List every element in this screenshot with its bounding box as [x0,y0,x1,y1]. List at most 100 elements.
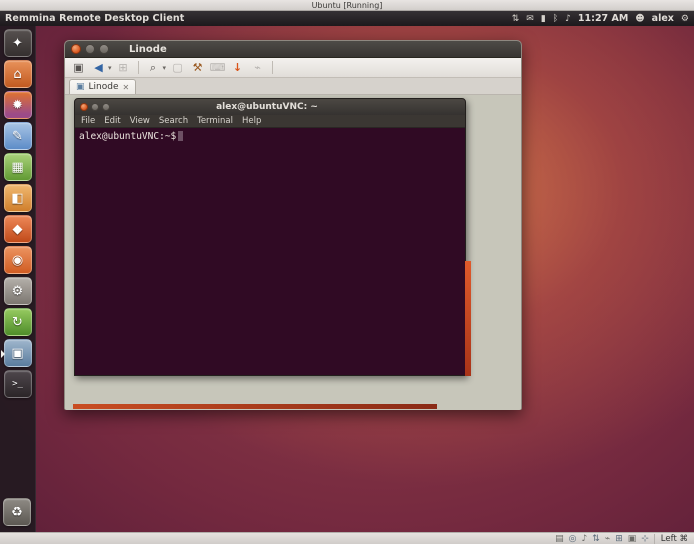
launcher-item-terminal[interactable]: >_ [4,370,32,398]
user-icon: ☻ [635,14,644,24]
tab-linode[interactable]: ▣ Linode ✕ [69,79,136,94]
launcher-item-libreoffice-impress[interactable]: ◧ [4,184,32,212]
preferences-tool[interactable]: ⚒ [189,60,206,76]
harddisk-icon[interactable]: ▤ [555,534,564,544]
virtualbox-window: Ubuntu [Running] Remmina Remote Desktop … [0,0,694,544]
window-controls [65,44,115,54]
host-key-indicator: Left ⌘ [654,534,688,544]
close-button[interactable] [71,44,81,54]
launcher-item-system-settings[interactable]: ⚙ [4,277,32,305]
vbox-titlebar[interactable]: Ubuntu [Running] [0,0,694,11]
launcher-item-libreoffice-writer[interactable]: ✎ [4,122,32,150]
launcher-item-home-folder[interactable]: ⌂ [4,60,32,88]
indicator-tray: ⇅ ✉ ▮ ᛒ ♪ 11:27 AM ☻ alex ⚙ [512,13,694,24]
tab-close-icon[interactable]: ✕ [123,83,130,92]
terminal-window-controls [75,103,115,111]
user-menu[interactable]: alex [652,13,674,24]
terminal-icon: >_ [12,379,23,389]
cdrom-icon[interactable]: ◎ [569,534,577,544]
volume-indicator-icon[interactable]: ♪ [565,14,571,24]
shared-folders-icon[interactable]: ⊞ [615,534,623,544]
network-indicator-icon[interactable]: ⇅ [512,14,520,24]
menu-file[interactable]: File [81,116,95,126]
remote-terminal-window: alex@ubuntuVNC: ~ File Edit View Search … [74,98,466,376]
unity-launcher: ✦ ⌂ ✹ ✎ ▦ ◧ ◆ ◉ ⚙ ↻ ▣ >_ ♻ [0,26,36,532]
running-indicator [1,350,5,358]
toolbar-separator [138,61,139,74]
minimize-button[interactable] [91,103,99,111]
dropdown-caret-icon[interactable]: ▾ [163,64,167,72]
menu-help[interactable]: Help [242,116,261,126]
remmina-tabbar: ▣ Linode ✕ [65,78,521,95]
launcher-item-dash-home[interactable]: ✦ [4,29,32,57]
maximize-button[interactable] [102,103,110,111]
mouse-integration-icon[interactable]: ⊹ [641,534,649,544]
menu-edit[interactable]: Edit [104,116,120,126]
settings-gear-icon: ⚙ [12,284,24,299]
display-icon[interactable]: ▣ [628,534,637,544]
battery-indicator-icon[interactable]: ▮ [541,14,546,24]
toolbar-separator [272,61,273,74]
launcher-item-firefox[interactable]: ✹ [4,91,32,119]
trash-icon: ♻ [11,505,23,520]
launcher-item-update-manager[interactable]: ↻ [4,308,32,336]
remmina-icon: ▣ [11,346,23,361]
back-tool[interactable]: ◀ [90,60,107,76]
fullscreen-tool[interactable]: ▢ [169,60,186,76]
bluetooth-indicator-icon[interactable]: ᛒ [553,14,558,24]
ubuntu-top-panel: Remmina Remote Desktop Client ⇅ ✉ ▮ ᛒ ♪ … [0,11,694,26]
launcher-item-ubuntu-one[interactable]: ◉ [4,246,32,274]
terminal-titlebar[interactable]: alex@ubuntuVNC: ~ [75,99,465,115]
terminal-window-title: alex@ubuntuVNC: ~ [115,102,419,112]
home-folder-icon: ⌂ [13,67,21,82]
remote-desktop-viewport[interactable]: alex@ubuntuVNC: ~ File Edit View Search … [65,95,521,410]
remmina-window: Linode ▣ ◀ ▾ ⊞ ⌕ ▾ ▢ ⚒ ⌨ ↓ ⌁ ▣ Lino [64,40,522,410]
writer-icon: ✎ [12,129,23,144]
ubuntu-one-icon: ◉ [12,253,23,268]
launcher-item-libreoffice-calc[interactable]: ▦ [4,153,32,181]
window-title: Linode [129,44,167,55]
mail-indicator-icon[interactable]: ✉ [526,14,534,24]
keyboard-tool[interactable]: ⌨ [209,60,226,76]
menu-search[interactable]: Search [159,116,188,126]
zoom-tool[interactable]: ⌕ [145,60,162,76]
software-center-icon: ◆ [13,222,23,237]
update-icon: ↻ [12,315,23,330]
duplicate-tool[interactable]: ⊞ [115,60,132,76]
remote-wallpaper-strip [465,261,471,376]
maximize-button[interactable] [99,44,109,54]
dropdown-caret-icon[interactable]: ▾ [108,64,112,72]
remmina-toolbar: ▣ ◀ ▾ ⊞ ⌕ ▾ ▢ ⚒ ⌨ ↓ ⌁ [65,58,521,78]
vbox-statusbar: ▤ ◎ ♪ ⇅ ⌁ ⊞ ▣ ⊹ Left ⌘ [0,532,694,544]
monitor-icon: ▣ [76,82,85,92]
dash-icon: ✦ [12,36,23,51]
calc-icon: ▦ [11,160,23,175]
launcher-item-remmina[interactable]: ▣ [4,339,32,367]
audio-icon[interactable]: ♪ [581,534,587,544]
impress-icon: ◧ [11,191,23,206]
active-app-title[interactable]: Remmina Remote Desktop Client [0,13,184,24]
disconnect-tool[interactable]: ⌁ [249,60,266,76]
usb-icon[interactable]: ⌁ [605,534,610,544]
menu-terminal[interactable]: Terminal [197,116,233,126]
screenshot-tool[interactable]: ▣ [70,60,87,76]
minimize-button[interactable] [85,44,95,54]
tab-label: Linode [89,82,119,92]
firefox-icon: ✹ [12,98,23,113]
vbox-title: Ubuntu [Running] [312,1,383,10]
remmina-titlebar[interactable]: Linode [65,41,521,58]
terminal-prompt: alex@ubuntuVNC:~$ [79,131,176,142]
menu-view[interactable]: View [130,116,150,126]
remote-wallpaper-strip [73,404,437,409]
session-gear-icon[interactable]: ⚙ [681,14,689,24]
launcher-item-software-center[interactable]: ◆ [4,215,32,243]
close-button[interactable] [80,103,88,111]
network-icon[interactable]: ⇅ [592,534,600,544]
terminal-cursor [178,131,183,141]
launcher-item-trash[interactable]: ♻ [3,498,31,526]
desktop-wallpaper: ✦ ⌂ ✹ ✎ ▦ ◧ ◆ ◉ ⚙ ↻ ▣ >_ ♻ [0,26,694,532]
grab-tool[interactable]: ↓ [229,60,246,76]
terminal-body[interactable]: alex@ubuntuVNC:~$ [75,128,465,375]
clock-indicator[interactable]: 11:27 AM [578,13,628,24]
terminal-menubar: File Edit View Search Terminal Help [75,115,465,128]
